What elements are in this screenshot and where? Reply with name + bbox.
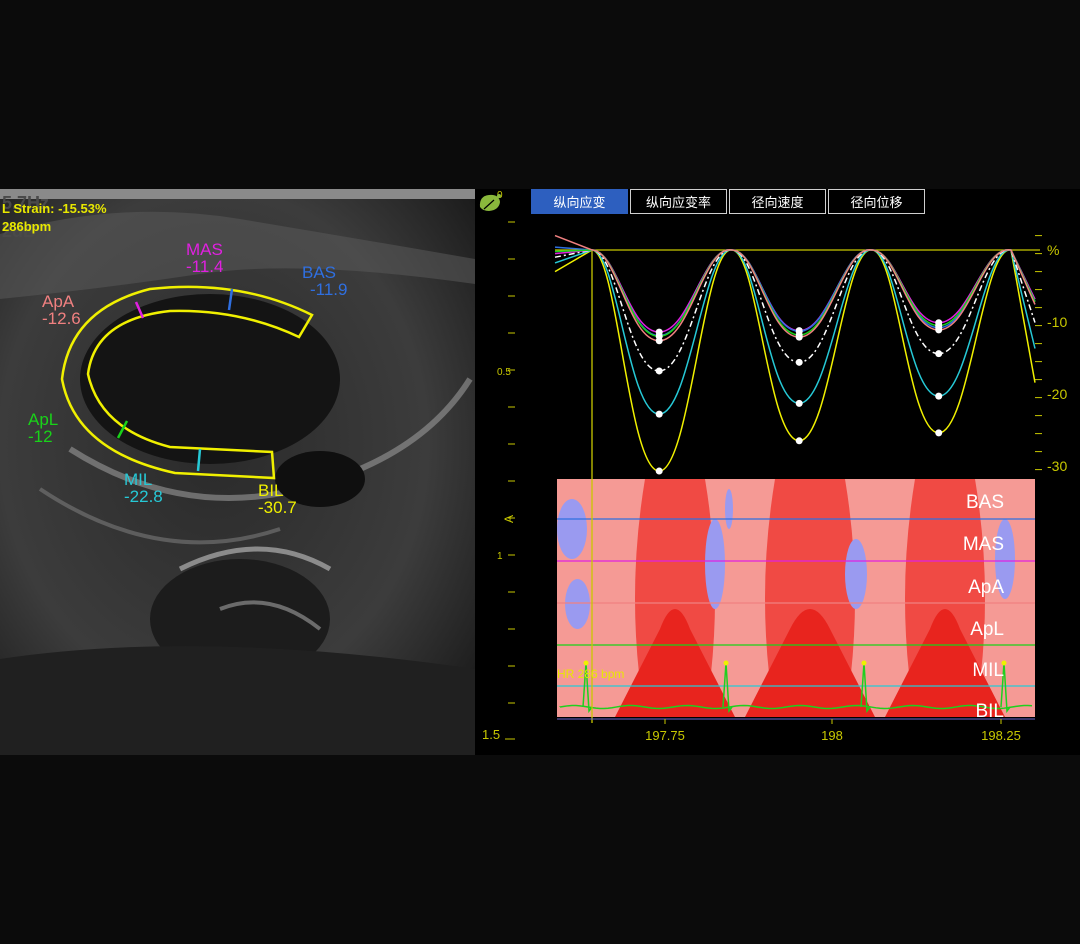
peak-strain-marker [655,467,663,475]
ecg-r-peak-marker [723,660,729,666]
segment-label-apa: ApA -12.6 [42,293,81,327]
x-axis-label: 198.25 [981,728,1021,743]
segment-value: -22.8 [124,487,163,506]
heatmap-negative-region [565,579,590,629]
peak-strain-marker [935,326,943,334]
viewer-window: 5.7Hz 2dB L Strain: -15.53% 286bpm MAS -… [0,189,1080,755]
segment-label-mil: MIL -22.8 [124,471,163,505]
peak-strain-marker [795,358,803,366]
segment-value: -30.7 [258,498,297,517]
segment-label-bas: BAS -11.9 [302,264,348,298]
segment-name: BIL [258,481,284,500]
ecg-r-peak-marker [861,660,867,666]
right-axis-unit: % [1047,242,1059,258]
heatmap-label-apa: ApA [968,577,1004,598]
segment-name: ApL [28,410,59,429]
ultrasound-image [0,189,475,755]
heatmap-negative-region [725,489,733,529]
right-axis-label: -10 [1047,314,1067,330]
strain-curve-bas [554,246,1036,337]
segment-value: -12.6 [42,309,81,328]
peak-strain-marker [935,429,943,437]
heatmap-label-mil: MIL [972,660,1004,681]
heatmap-label-mas: MAS [962,534,1004,555]
x-axis-label: 198 [821,728,843,743]
heatmap-label-bil: BIL [975,701,1004,722]
heatmap-negative-region [705,519,725,609]
strain-analysis-panel: 00.511.5A%-10-20-30197.75198198.25 纵向应变 … [475,189,1080,755]
peak-strain-marker [795,333,803,341]
analysis-tabs: 纵向应变 纵向应变率 径向速度 径向位移 [531,189,927,216]
heatmap-negative-region [845,539,867,609]
x-axis-label: 197.75 [645,728,685,743]
left-scale-label: 1.5 [482,727,500,742]
segment-value: -12 [28,427,53,446]
right-axis-label: -30 [1047,458,1067,474]
segment-name: ApA [42,292,75,311]
peak-strain-marker [655,367,663,375]
segment-name: MAS [186,240,223,259]
peak-strain-marker [935,350,943,358]
peak-strain-marker [655,410,663,418]
heatmap-label-bas: BAS [965,492,1004,513]
peak-strain-marker [795,437,803,445]
ecg-heart-rate-label: HR 286 bpm [557,667,625,681]
segment-name: BAS [302,263,337,282]
right-axis-label: -20 [1047,386,1067,402]
segment-label-apl: ApL -12 [28,411,58,445]
ultrasound-panel: 5.7Hz 2dB L Strain: -15.53% 286bpm MAS -… [0,189,475,755]
peak-strain-marker [935,392,943,400]
tab-longitudinal-strain-rate[interactable]: 纵向应变率 [630,189,727,214]
segment-label-mas: MAS -11.4 [186,241,224,275]
tab-radial-displacement[interactable]: 径向位移 [828,189,925,214]
heatmap-negative-region [557,499,587,559]
segment-value: -11.4 [186,257,224,276]
tab-longitudinal-strain[interactable]: 纵向应变 [531,189,628,214]
ecg-r-peak-marker [583,660,589,666]
tab-radial-velocity[interactable]: 径向速度 [729,189,826,214]
peak-strain-marker [655,337,663,345]
segment-value: -11.9 [310,280,348,299]
segment-name: MIL [124,470,153,489]
heatmap-label-apl: ApL [970,619,1004,640]
segment-label-bil: BIL -30.7 [258,482,297,516]
left-scale-label: 1 [497,551,503,562]
leaf-logo-icon [479,194,501,211]
global-strain-readout: L Strain: -15.53% [2,201,107,216]
scale-marker-glyph: A [502,515,516,523]
strain-curve-apa [554,234,1036,342]
peak-strain-marker [795,399,803,407]
left-scale-label: 0.5 [497,367,511,378]
heart-rate-readout: 286bpm [2,219,52,234]
